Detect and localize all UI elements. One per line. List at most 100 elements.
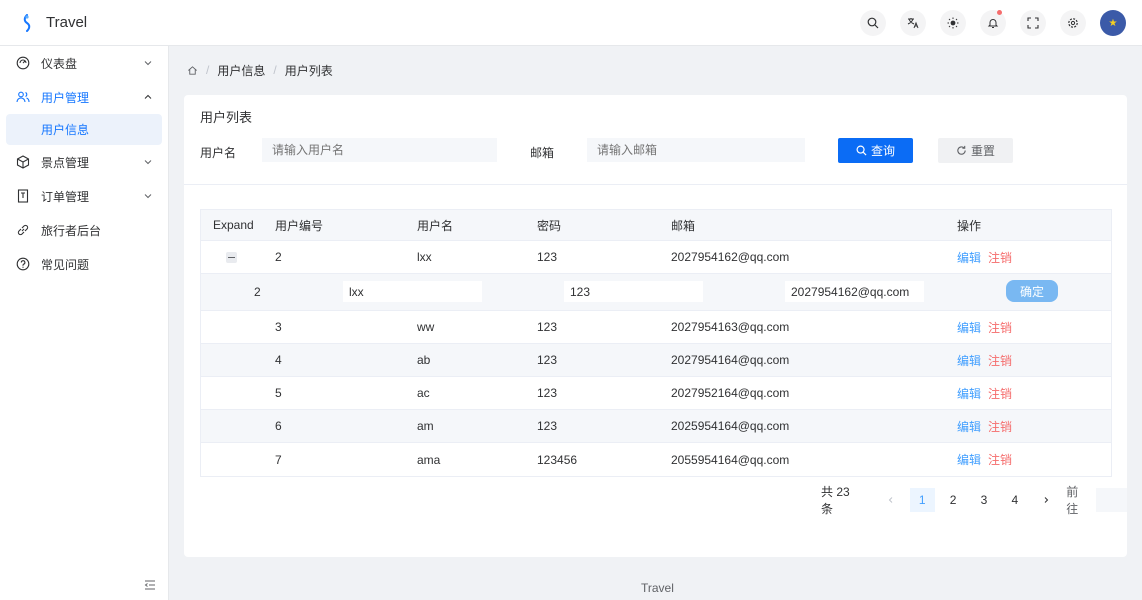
edit-email-input[interactable]: 2027954162@qq.com — [785, 281, 924, 302]
breadcrumb: / 用户信息 / 用户列表 — [187, 62, 333, 79]
column-header: 用户编号 — [275, 218, 324, 233]
expanded-edit-row: 2 lxx 123 2027954162@qq.com 确定 — [201, 274, 1111, 311]
fullscreen-button[interactable] — [1020, 10, 1046, 36]
box-icon — [16, 155, 30, 169]
email-label: 邮箱 — [530, 146, 555, 160]
column-header: 邮箱 — [671, 218, 696, 233]
edit-link[interactable]: 编辑 — [957, 385, 981, 402]
sidebar-item-label: 常见问题 — [41, 257, 90, 272]
cell-username: ac — [417, 386, 430, 400]
cell-actions: 编辑 注销 — [957, 377, 1012, 409]
page-button-1[interactable]: 1 — [909, 488, 935, 512]
footer-text: Travel — [641, 581, 674, 595]
cell-email: 2027954162@qq.com — [671, 250, 790, 264]
sidebar-item-traveler-backend[interactable]: 旅行者后台 — [0, 213, 168, 247]
cell-id: 2 — [275, 250, 282, 264]
confirm-button[interactable]: 确定 — [1006, 280, 1058, 302]
sidebar-item-orders[interactable]: 订单管理 — [0, 179, 168, 213]
table-row[interactable]: 4 ab 123 2027954164@qq.com 编辑 注销 — [201, 344, 1111, 377]
deactivate-link[interactable]: 注销 — [988, 319, 1012, 336]
breadcrumb-parent[interactable]: 用户信息 — [217, 62, 265, 79]
column-header: 操作 — [957, 218, 982, 233]
sidebar-item-label: 用户管理 — [41, 90, 90, 105]
cell-email: 2055954164@qq.com — [671, 452, 790, 467]
sidebar-item-label: 仪表盘 — [41, 56, 78, 71]
sidebar-item-faq[interactable]: 常见问题 — [0, 247, 168, 281]
table-row[interactable]: 6 am 123 2025954164@qq.com 编辑 注销 — [201, 410, 1111, 443]
edit-link[interactable]: 编辑 — [957, 418, 981, 435]
sidebar: 仪表盘 用户管理 用户信息 景点管理 订单管理 旅行者后台 常见问题 — [0, 46, 169, 600]
goto-page-input[interactable] — [1096, 488, 1127, 512]
page-button-4[interactable]: 4 — [1002, 488, 1027, 512]
table-row[interactable]: 3 ww 123 2027954163@qq.com 编辑 注销 — [201, 311, 1111, 344]
collapse-sidebar-icon[interactable] — [144, 579, 156, 591]
page-button-3[interactable]: 3 — [972, 488, 997, 512]
deactivate-link[interactable]: 注销 — [988, 249, 1012, 266]
table-row[interactable]: 7 ama 123456 2055954164@qq.com 编辑 注销 — [201, 443, 1111, 476]
cell-actions: 编辑 注销 — [957, 443, 1012, 476]
deactivate-link[interactable]: 注销 — [988, 451, 1012, 468]
logo[interactable]: Travel — [0, 13, 170, 32]
reset-button-label: 重置 — [970, 144, 995, 158]
edit-password-input[interactable]: 123 — [564, 281, 703, 302]
notification-button[interactable] — [980, 10, 1006, 36]
page-button-2[interactable]: 2 — [941, 488, 966, 512]
edit-link[interactable]: 编辑 — [957, 249, 981, 266]
sidebar-item-attractions[interactable]: 景点管理 — [0, 145, 168, 179]
edit-link[interactable]: 编辑 — [957, 319, 981, 336]
cell-password: 123 — [537, 386, 558, 400]
help-icon — [16, 257, 30, 271]
email-search-input[interactable] — [587, 138, 805, 162]
users-icon — [16, 90, 30, 104]
sidebar-item-dashboard[interactable]: 仪表盘 — [0, 46, 168, 80]
total-count: 共 23 条 — [821, 485, 850, 516]
query-button-label: 查询 — [870, 144, 895, 158]
reset-button[interactable]: 重置 — [938, 138, 1013, 163]
cell-id: 3 — [275, 320, 282, 334]
username-label: 用户名 — [200, 146, 237, 160]
cell-actions: 编辑 注销 — [957, 241, 1012, 273]
sidebar-item-label: 旅行者后台 — [41, 223, 102, 238]
cell-username: am — [417, 419, 434, 433]
home-icon[interactable] — [187, 65, 198, 76]
cell-email: 2025954164@qq.com — [671, 419, 790, 433]
search-button[interactable] — [860, 10, 886, 36]
cell-email: 2027952164@qq.com — [671, 386, 790, 400]
query-button[interactable]: 查询 — [838, 138, 913, 163]
breadcrumb-current: 用户列表 — [284, 63, 333, 78]
user-avatar[interactable]: ★ — [1100, 10, 1126, 36]
edit-username-input[interactable]: lxx — [343, 281, 482, 302]
user-table: Expand 用户编号 用户名 密码 邮箱 操作 2 lxx 123 20279… — [200, 209, 1112, 477]
sidebar-item-user-management[interactable]: 用户管理 — [0, 80, 168, 114]
order-icon — [16, 189, 30, 203]
settings-button[interactable] — [1060, 10, 1086, 36]
edit-link[interactable]: 编辑 — [957, 352, 981, 369]
collapse-row-icon[interactable] — [226, 252, 237, 263]
deactivate-link[interactable]: 注销 — [988, 352, 1012, 369]
theme-toggle-button[interactable] — [940, 10, 966, 36]
search-icon — [867, 17, 879, 29]
chevron-up-icon — [144, 94, 152, 99]
cell-password: 123456 — [537, 452, 578, 467]
deactivate-link[interactable]: 注销 — [988, 385, 1012, 402]
deactivate-link[interactable]: 注销 — [988, 418, 1012, 435]
cell-email: 2027954163@qq.com — [671, 320, 790, 334]
divider — [184, 184, 1127, 185]
translate-button[interactable] — [900, 10, 926, 36]
prev-page-button[interactable] — [879, 488, 904, 512]
edit-link[interactable]: 编辑 — [957, 451, 981, 468]
cell-username: ama — [417, 452, 441, 467]
chevron-down-icon — [144, 194, 152, 199]
table-row[interactable]: 5 ac 123 2027952164@qq.com 编辑 注销 — [201, 377, 1111, 410]
app-title: Travel — [46, 14, 88, 31]
cell-password: 123 — [537, 353, 558, 367]
goto-label: 前往 — [1066, 485, 1079, 516]
table-row[interactable]: 2 lxx 123 2027954162@qq.com 编辑 注销 — [201, 241, 1111, 274]
next-page-button[interactable] — [1033, 488, 1058, 512]
cell-id: 7 — [275, 452, 282, 467]
sidebar-item-label: 订单管理 — [41, 189, 90, 204]
travel-logo-icon — [20, 13, 34, 32]
sidebar-item-user-info[interactable]: 用户信息 — [6, 114, 162, 145]
search-icon — [856, 145, 867, 156]
username-search-input[interactable] — [262, 138, 497, 162]
